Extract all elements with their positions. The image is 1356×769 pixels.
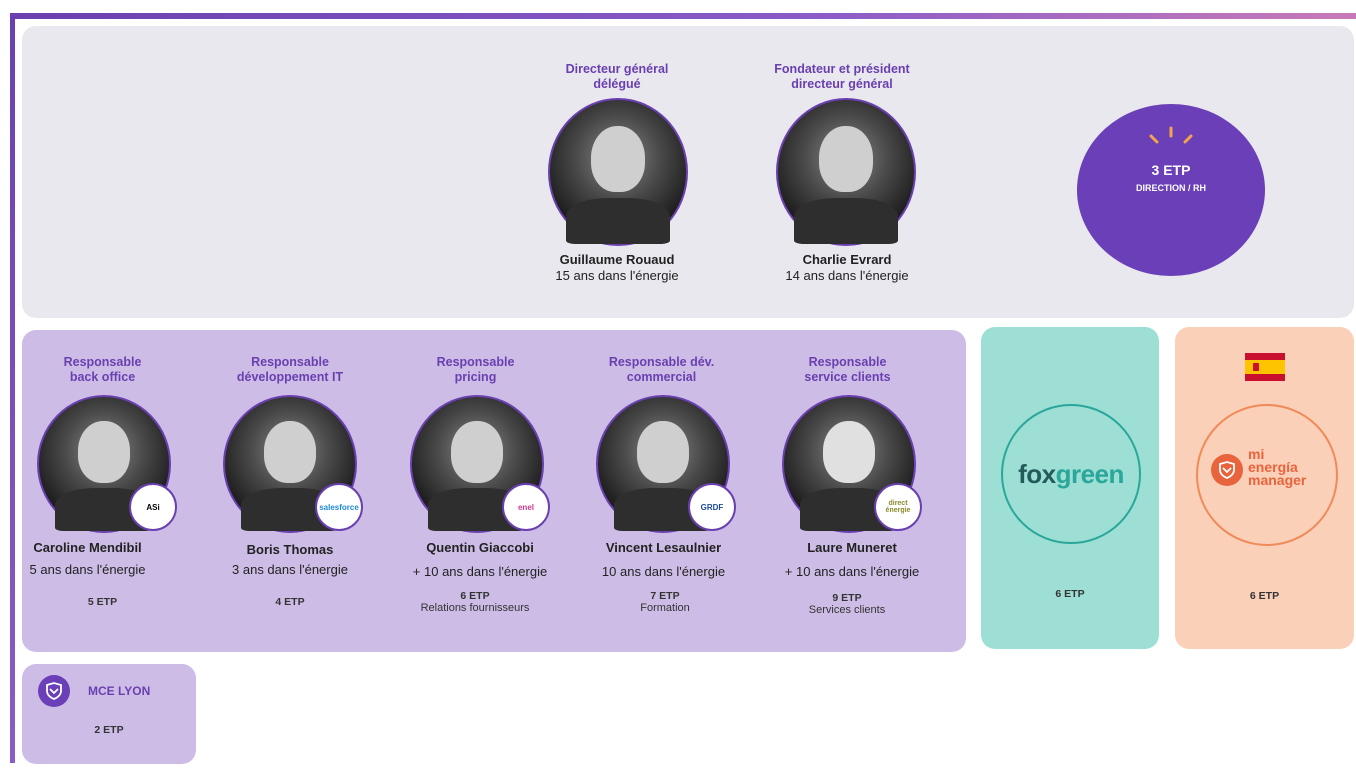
partner-logo-badge: direct énergie (874, 483, 922, 531)
manager-experience: 10 ans dans l'énergie (601, 564, 726, 579)
manager-etp: 6 ETP Relations fournisseurs (420, 590, 530, 614)
manager-photo-commercial: GRDF (596, 395, 736, 533)
top-accent-bar (10, 13, 1356, 19)
manager-experience: + 10 ans dans l'énergie (784, 564, 920, 579)
manager-name: Boris Thomas (246, 542, 334, 557)
spain-etp: 6 ETP (1249, 590, 1280, 602)
executive-card-deputy: Directeur général délégué (538, 62, 696, 92)
executive-photo-deputy (548, 98, 688, 246)
manager-role-it: Responsable développement IT (236, 355, 344, 384)
executive-experience: 14 ans dans l'énergie (785, 268, 909, 283)
executive-photo-ceo (776, 98, 916, 246)
spain-flag-icon (1245, 353, 1285, 381)
manager-experience: 5 ans dans l'énergie (29, 562, 146, 577)
manager-info-back-office: Caroline Mendibil 5 ans dans l'énergie (20, 540, 155, 578)
manager-photo-it: salesforce (223, 395, 363, 533)
partner-logo-badge: salesforce (315, 483, 363, 531)
executive-info-deputy: Guillaume Rouaud 15 ans dans l'énergie (538, 252, 696, 284)
foxgreen-logo: foxgreen (1001, 404, 1141, 544)
manager-photo-service-clients: direct énergie (782, 395, 922, 533)
mi-energia-manager-logo: mi energía manager (1196, 404, 1338, 546)
manager-role-service-clients: Responsable service clients (804, 355, 891, 384)
manager-role-pricing: Responsable pricing (436, 355, 515, 384)
direction-circle: 3 ETP DIRECTION / RH (1077, 104, 1265, 276)
manager-photo-back-office: ASi (37, 395, 177, 533)
partner-logo-badge: ASi (129, 483, 177, 531)
manager-experience: + 10 ans dans l'énergie (412, 564, 548, 579)
manager-info-pricing: Quentin Giaccobi + 10 ans dans l'énergie (400, 540, 560, 580)
manager-name: Quentin Giaccobi (426, 540, 534, 555)
direction-label: DIRECTION / RH (1135, 183, 1206, 193)
executive-experience: 15 ans dans l'énergie (555, 268, 679, 283)
manager-etp: 5 ETP (87, 596, 118, 608)
shield-icon (1211, 454, 1243, 486)
partner-logo-badge: GRDF (688, 483, 736, 531)
manager-role-back-office: Responsable back office (63, 355, 142, 384)
sparkle-icon (1149, 126, 1193, 144)
manager-info-service-clients: Laure Muneret + 10 ans dans l'énergie (772, 540, 932, 580)
executive-name: Charlie Evrard (802, 252, 892, 267)
manager-etp: 7 ETP Formation (640, 590, 690, 614)
direction-etp: 3 ETP (1151, 162, 1191, 178)
executive-card-ceo: Fondateur et président directeur général (758, 62, 926, 92)
executive-role: Directeur général délégué (565, 62, 669, 91)
executive-role: Fondateur et président directeur général (774, 62, 910, 91)
lyon-title: MCE LYON (88, 684, 151, 698)
foxgreen-etp: 6 ETP (1055, 588, 1085, 600)
partner-logo-badge: enel (502, 483, 550, 531)
manager-info-commercial: Vincent Lesaulnier 10 ans dans l'énergie (586, 540, 741, 580)
manager-photo-pricing: enel (410, 395, 550, 533)
manager-name: Laure Muneret (807, 540, 897, 555)
left-accent-bar (10, 13, 15, 763)
lyon-etp: 2 ETP (94, 724, 124, 736)
executive-name: Guillaume Rouaud (559, 252, 675, 267)
manager-name: Vincent Lesaulnier (605, 540, 722, 555)
manager-name: Caroline Mendibil (33, 540, 142, 555)
executive-info-ceo: Charlie Evrard 14 ans dans l'énergie (768, 252, 926, 284)
manager-info-it: Boris Thomas 3 ans dans l'énergie (215, 542, 365, 578)
manager-role-commercial: Responsable dév. commercial (608, 355, 715, 384)
manager-experience: 3 ans dans l'énergie (232, 562, 348, 577)
manager-etp: 4 ETP (275, 596, 305, 608)
manager-etp: 9 ETP Services clients (808, 592, 886, 616)
shield-icon (38, 675, 70, 707)
